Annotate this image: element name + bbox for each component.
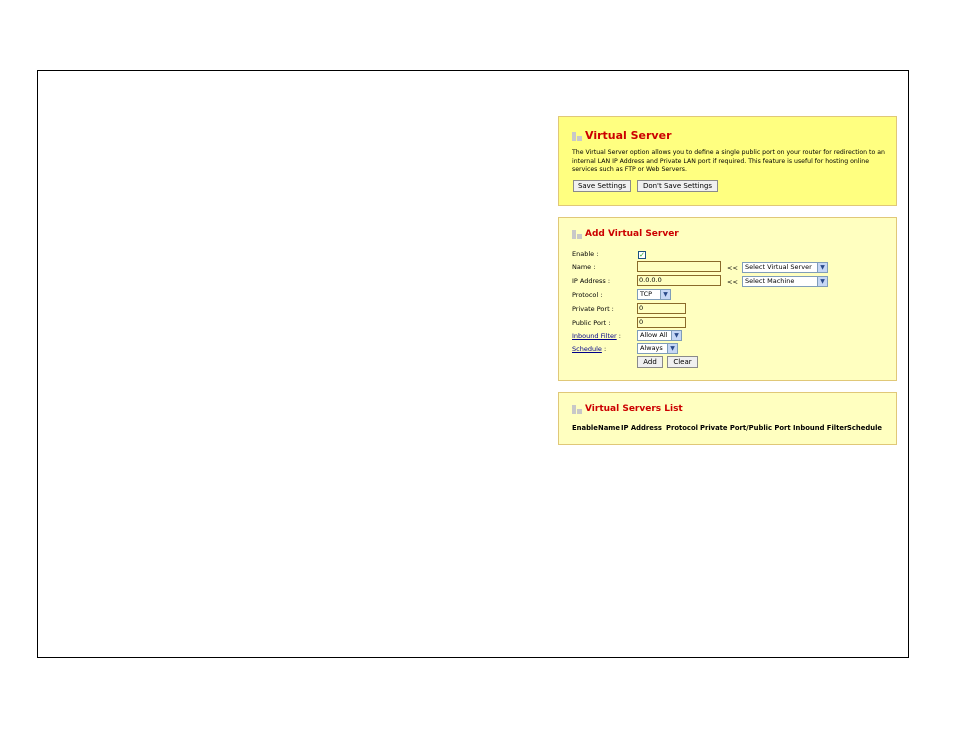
select-machine-value: Select Machine bbox=[745, 277, 795, 285]
chevron-down-icon: ▼ bbox=[817, 277, 827, 286]
column-header-private-public-port: Private Port/Public Port bbox=[700, 424, 791, 432]
enable-checkbox[interactable]: ✓ bbox=[638, 251, 646, 259]
clear-button[interactable]: Clear bbox=[667, 356, 698, 368]
inbound-filter-value: Allow All bbox=[640, 331, 668, 339]
private-port-input[interactable]: 0 bbox=[637, 303, 686, 314]
inbound-filter-colon: : bbox=[618, 332, 621, 340]
virtual-servers-list-header: Virtual Servers List bbox=[572, 404, 683, 414]
add-button[interactable]: Add bbox=[637, 356, 663, 368]
chevron-down-icon: ▼ bbox=[671, 331, 681, 340]
name-input[interactable] bbox=[637, 261, 721, 272]
public-port-input[interactable]: 0 bbox=[637, 317, 686, 328]
virtual-server-title: Virtual Server bbox=[585, 129, 672, 142]
virtual-server-description: The Virtual Server option allows you to … bbox=[572, 149, 885, 174]
protocol-value: TCP bbox=[640, 290, 653, 298]
inbound-filter-row-label: Inbound Filter : bbox=[572, 332, 621, 340]
page-icon bbox=[572, 404, 582, 414]
ip-address-label: IP Address : bbox=[572, 277, 611, 285]
virtual-servers-list-title: Virtual Servers List bbox=[585, 404, 683, 414]
add-virtual-server-title: Add Virtual Server bbox=[585, 229, 679, 239]
ip-address-input[interactable]: 0.0.0.0 bbox=[637, 275, 721, 286]
schedule-row-label: Schedule : bbox=[572, 345, 606, 353]
select-virtual-server-value: Select Virtual Server bbox=[745, 263, 812, 271]
column-header-name: Name bbox=[598, 424, 620, 432]
protocol-select[interactable]: TCP ▼ bbox=[637, 289, 671, 300]
column-header-protocol: Protocol bbox=[666, 424, 698, 432]
schedule-select[interactable]: Always ▼ bbox=[637, 343, 678, 354]
select-virtual-server-dropdown[interactable]: Select Virtual Server ▼ bbox=[742, 262, 828, 273]
inbound-filter-select[interactable]: Allow All ▼ bbox=[637, 330, 682, 341]
enable-label: Enable : bbox=[572, 250, 599, 258]
private-port-label: Private Port : bbox=[572, 305, 614, 313]
chevron-down-icon: ▼ bbox=[660, 290, 670, 299]
virtual-server-panel: Virtual Server The Virtual Server option… bbox=[558, 116, 897, 206]
protocol-label: Protocol : bbox=[572, 291, 603, 299]
virtual-servers-list-panel: Virtual Servers List Enable Name IP Addr… bbox=[558, 392, 897, 445]
chevron-down-icon: ▼ bbox=[817, 263, 827, 272]
save-settings-button[interactable]: Save Settings bbox=[573, 180, 631, 192]
add-virtual-server-panel: Add Virtual Server Enable : ✓ Name : << … bbox=[558, 217, 897, 381]
inbound-filter-link[interactable]: Inbound Filter bbox=[572, 332, 617, 340]
chevron-down-icon: ▼ bbox=[667, 344, 677, 353]
select-machine-dropdown[interactable]: Select Machine ▼ bbox=[742, 276, 828, 287]
schedule-value: Always bbox=[640, 344, 663, 352]
schedule-link[interactable]: Schedule bbox=[572, 345, 602, 353]
column-header-inbound-filter: Inbound Filter bbox=[793, 424, 848, 432]
add-virtual-server-header: Add Virtual Server bbox=[572, 229, 679, 239]
column-header-schedule: Schedule bbox=[847, 424, 883, 432]
column-header-ip-address: IP Address bbox=[621, 424, 662, 432]
public-port-label: Public Port : bbox=[572, 319, 611, 327]
page-icon bbox=[572, 229, 582, 239]
schedule-colon: : bbox=[603, 345, 607, 353]
virtual-server-header: Virtual Server bbox=[572, 129, 672, 142]
name-label: Name : bbox=[572, 263, 596, 271]
page-icon bbox=[572, 131, 582, 141]
copy-ip-arrow[interactable]: << bbox=[727, 278, 738, 286]
dont-save-settings-button[interactable]: Don't Save Settings bbox=[637, 180, 718, 192]
copy-name-arrow[interactable]: << bbox=[727, 264, 738, 272]
column-header-enable: Enable bbox=[572, 424, 598, 432]
